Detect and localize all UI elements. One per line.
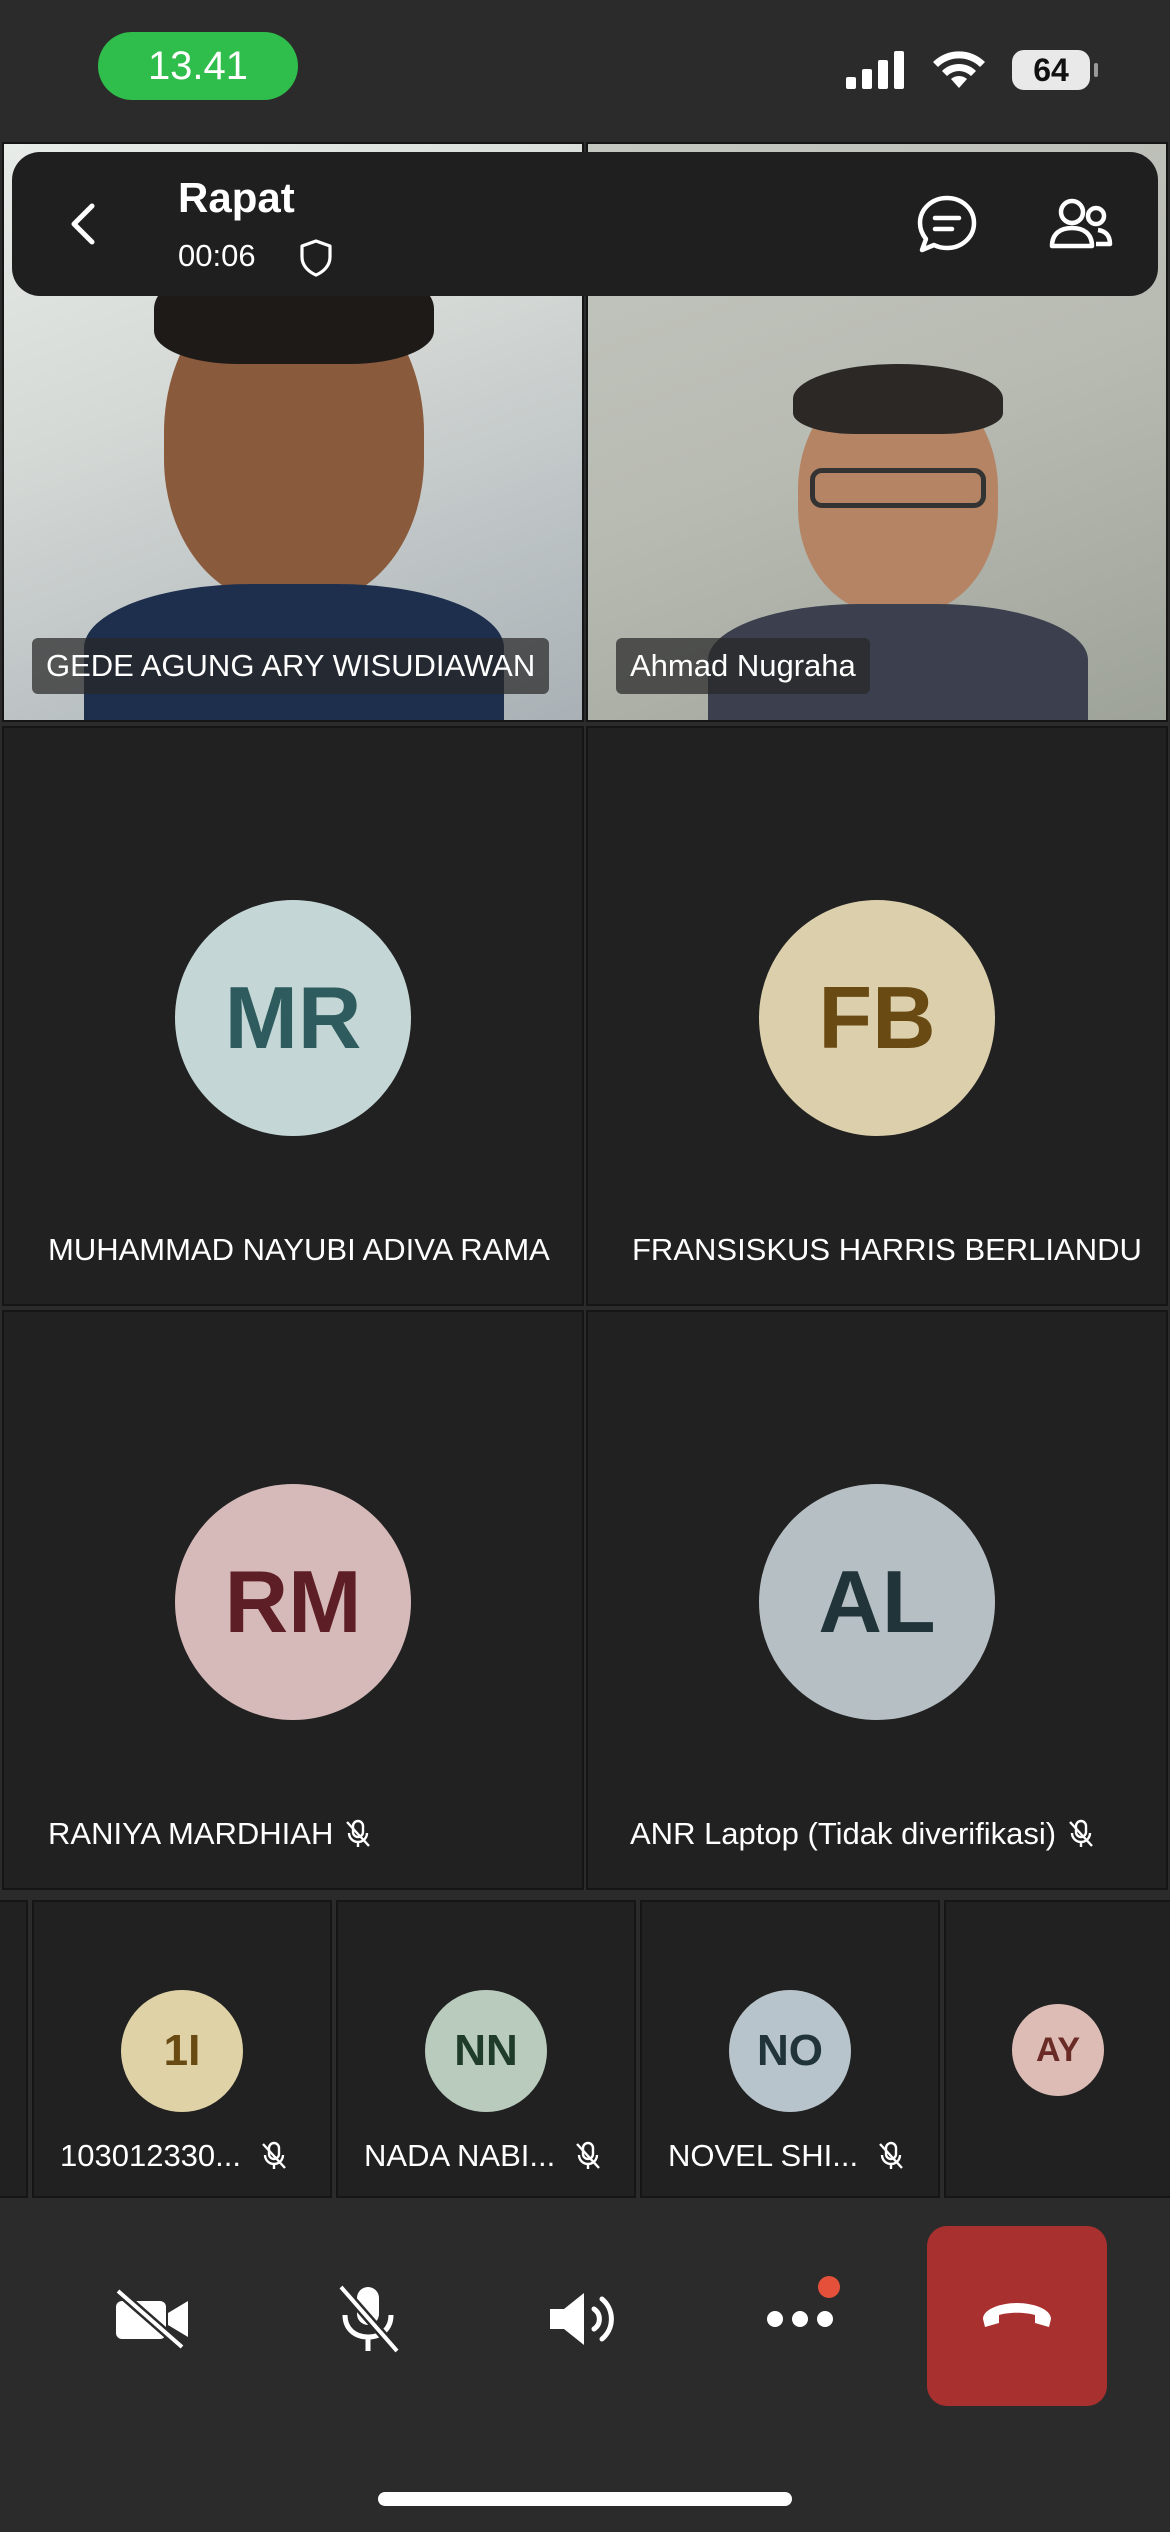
- mic-off-icon: [879, 2141, 903, 2169]
- camera-toggle-button[interactable]: [62, 2230, 242, 2408]
- status-time: 13.41: [98, 32, 298, 100]
- mic-off-icon: [262, 2141, 286, 2169]
- speaker-button[interactable]: [494, 2230, 674, 2408]
- shield-icon: [300, 239, 332, 277]
- home-indicator: [378, 2492, 792, 2506]
- participant-name: NADA NABI...: [364, 2138, 603, 2174]
- participant-tile-partial[interactable]: [0, 1900, 28, 2198]
- signal-icon: [846, 51, 904, 89]
- notification-badge: [818, 2276, 840, 2298]
- speaker-icon: [550, 2293, 614, 2345]
- mic-off-icon: [1069, 1819, 1094, 1847]
- avatar: FB: [759, 900, 995, 1136]
- participant-name: Ahmad Nugraha: [616, 638, 870, 694]
- participant-name: FRANSISKUS HARRIS BERLIANDU: [632, 1232, 1142, 1267]
- more-button[interactable]: [710, 2230, 890, 2408]
- call-toolbar: [0, 2200, 1170, 2532]
- participant-name: GEDE AGUNG ARY WISUDIAWAN: [32, 638, 550, 694]
- participant-name: ANR Laptop (Tidak diverifikasi): [630, 1816, 1096, 1852]
- avatar: NN: [425, 1990, 547, 2112]
- participant-name: NOVEL SHI...: [668, 2138, 906, 2174]
- participant-tile[interactable]: AL ANR Laptop (Tidak diverifikasi): [586, 1310, 1168, 1890]
- participant-tile[interactable]: NN NADA NABI...: [336, 1900, 636, 2198]
- mic-off-icon: [576, 2141, 601, 2169]
- avatar: AY: [1012, 2004, 1104, 2096]
- participant-name: MUHAMMAD NAYUBI ADIVA RAMA: [48, 1232, 550, 1267]
- camera-off-icon: [115, 2287, 188, 2351]
- end-call-icon: [983, 2303, 1051, 2327]
- participant-tile[interactable]: FB FRANSISKUS HARRIS BERLIANDU: [586, 726, 1168, 1306]
- avatar: 1I: [121, 1990, 243, 2112]
- mic-off-icon: [337, 2284, 401, 2354]
- participants-icon[interactable]: [1046, 190, 1116, 260]
- participant-tile[interactable]: AY: [944, 1900, 1170, 2198]
- avatar: RM: [175, 1484, 411, 1720]
- participant-tile[interactable]: NO NOVEL SHI...: [640, 1900, 940, 2198]
- participant-tile[interactable]: MR MUHAMMAD NAYUBI ADIVA RAMA: [2, 726, 584, 1306]
- chat-icon[interactable]: [912, 190, 982, 260]
- wifi-icon: [933, 51, 985, 88]
- meeting-timer: 00:06: [178, 238, 256, 273]
- end-call-button[interactable]: [927, 2226, 1107, 2406]
- avatar: AL: [759, 1484, 995, 1720]
- mic-toggle-button[interactable]: [278, 2230, 458, 2408]
- participant-tile[interactable]: RM RANIYA MARDHIAH: [2, 1310, 584, 1890]
- more-icon: [767, 2311, 833, 2327]
- participant-name: RANIYA MARDHIAH: [48, 1816, 373, 1852]
- avatar: MR: [175, 900, 411, 1136]
- participant-name: 103012330...: [60, 2138, 289, 2174]
- avatar: NO: [729, 1990, 851, 2112]
- battery-indicator: 64: [1012, 50, 1098, 90]
- mic-off-icon: [346, 1819, 371, 1847]
- meeting-header: Rapat 00:06: [12, 152, 1158, 296]
- glasses: [810, 468, 986, 508]
- system-icons: 64: [846, 50, 1098, 90]
- meeting-title: Rapat: [178, 174, 295, 221]
- back-arrow-icon[interactable]: [56, 196, 112, 252]
- participant-tile[interactable]: 1I 103012330...: [32, 1900, 332, 2198]
- status-bar: 13.41 64: [0, 0, 1170, 140]
